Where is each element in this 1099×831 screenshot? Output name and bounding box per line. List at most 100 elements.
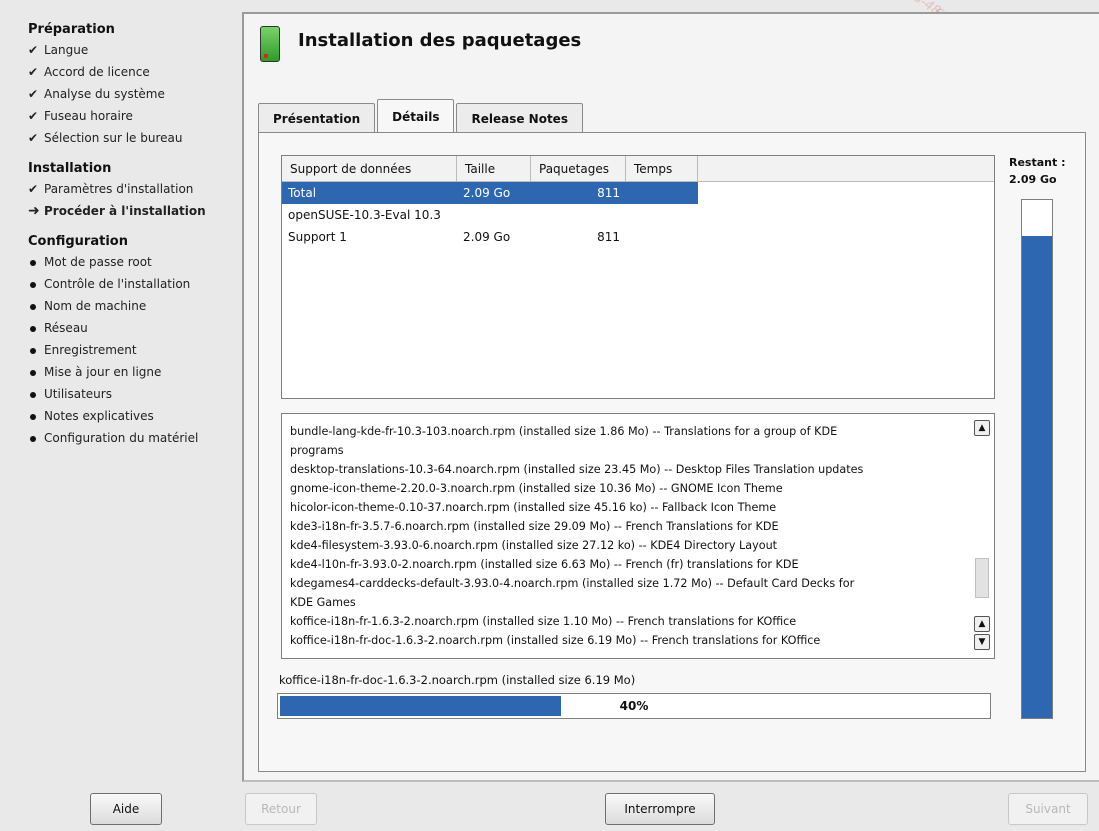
bullet-icon xyxy=(28,322,44,335)
sidebar-section-title: Préparation xyxy=(28,22,115,37)
check-icon: ✔ xyxy=(28,131,39,145)
sidebar-step-label: Nom de machine xyxy=(44,299,147,313)
tab-label: Détails xyxy=(392,109,440,124)
sidebar-step: Réseau xyxy=(28,317,240,339)
progress-text: 40% xyxy=(619,699,649,713)
title-row: Installation des paquetages xyxy=(260,26,581,62)
table-row[interactable]: Total 2.09 Go 811 xyxy=(282,182,698,204)
table-cell: 811 xyxy=(597,186,620,200)
log-scrollbar[interactable]: ▲ ▲ ▼ xyxy=(974,418,990,654)
column-header[interactable]: Paquetages xyxy=(531,156,626,181)
install-log[interactable]: bundle-lang-kde-fr-10.3-103.noarch.rpm (… xyxy=(281,413,995,659)
bullet-icon xyxy=(28,410,44,423)
button-label: Aide xyxy=(112,802,140,816)
check-icon: ✔ xyxy=(28,182,39,196)
table-cell: Total xyxy=(288,186,317,200)
log-line: kde4-l10n-fr-3.93.0-2.noarch.rpm (instal… xyxy=(290,558,799,571)
sidebar-step-label: Réseau xyxy=(44,321,88,335)
media-table[interactable]: Support de données Taille Paquetages Tem… xyxy=(281,155,995,399)
sidebar-section: Préparation ✔ Langue ✔ Accord de licence ✔ Ana… xyxy=(28,22,240,149)
install-progress-bar: 40% xyxy=(277,693,991,719)
log-line: koffice-i18n-fr-1.6.3-2.noarch.rpm (inst… xyxy=(290,615,797,628)
button-label: Suivant xyxy=(1025,802,1071,816)
sidebar-step-label: Analyse du système xyxy=(44,87,165,101)
sidebar-step-label: Accord de licence xyxy=(44,65,150,79)
tab-release-notes[interactable]: Release Notes xyxy=(456,103,583,133)
column-header[interactable]: Temps xyxy=(626,156,698,181)
sidebar-step: Mise à jour en ligne xyxy=(28,361,240,383)
bullet-icon xyxy=(28,300,44,313)
tab-label: Release Notes xyxy=(471,111,568,126)
table-cell: Support 1 xyxy=(288,230,347,244)
bullet-icon xyxy=(28,344,44,357)
sidebar-step: ✔ Fuseau horaire xyxy=(28,105,240,127)
tab-label: Présentation xyxy=(273,111,361,126)
sidebar-step-label: Notes explicatives xyxy=(44,409,154,423)
check-icon: ✔ xyxy=(28,87,39,101)
table-row[interactable]: Support 1 2.09 Go 811 xyxy=(282,226,994,248)
button-label: Retour xyxy=(261,802,301,816)
tab-presentation[interactable]: Présentation xyxy=(258,103,376,133)
scroll-thumb[interactable] xyxy=(975,558,989,598)
sidebar-step: Enregistrement xyxy=(28,339,240,361)
sidebar-step: Configuration du matériel xyxy=(28,427,240,449)
sidebar-step-label: Langue xyxy=(44,43,89,57)
table-cell: openSUSE-10.3-Eval 10.3 xyxy=(288,208,441,222)
back-button[interactable]: Retour xyxy=(245,793,317,825)
steps-sidebar: Préparation ✔ Langue ✔ Accord de licence ✔ Ana… xyxy=(0,0,240,790)
remaining-gauge-fill xyxy=(1022,236,1052,718)
sidebar-step: Notes explicatives xyxy=(28,405,240,427)
log-line: gnome-icon-theme-2.20.0-3.noarch.rpm (in… xyxy=(290,482,783,495)
scroll-up-icon[interactable]: ▲ xyxy=(974,616,990,632)
log-line: desktop-translations-10.3-64.noarch.rpm … xyxy=(290,463,864,476)
sidebar-step: ➜ Procéder à l'installation xyxy=(28,200,240,222)
log-line: kde4-filesystem-3.93.0-6.noarch.rpm (ins… xyxy=(290,539,778,552)
sidebar-step-label: Mot de passe root xyxy=(44,255,152,269)
sidebar-step: ✔ Sélection sur le bureau xyxy=(28,127,240,149)
log-line: kdegames4-carddecks-default-3.93.0-4.noa… xyxy=(290,577,855,590)
current-package-label: koffice-i18n-fr-doc-1.6.3-2.noarch.rpm (… xyxy=(279,673,636,687)
sidebar-step: Contrôle de l'installation xyxy=(28,273,240,295)
check-icon: ✔ xyxy=(28,43,39,57)
scroll-up-icon[interactable]: ▲ xyxy=(974,420,990,436)
scroll-down-icon[interactable]: ▼ xyxy=(974,634,990,650)
bullet-icon xyxy=(28,388,44,401)
remaining-gauge xyxy=(1021,199,1053,719)
sidebar-step: Mot de passe root xyxy=(28,251,240,273)
column-header[interactable]: Taille xyxy=(457,156,531,181)
sidebar-section: Configuration Mot de passe root Contrôle d… xyxy=(28,234,240,449)
next-button[interactable]: Suivant xyxy=(1008,793,1088,825)
log-line: koffice-i18n-fr-doc-1.6.3-2.noarch.rpm (… xyxy=(290,634,821,647)
table-cell: 2.09 Go xyxy=(463,230,511,244)
page-title: Installation des paquetages xyxy=(298,29,582,51)
help-button[interactable]: Aide xyxy=(90,793,162,825)
column-header[interactable]: Support de données xyxy=(282,156,457,181)
sidebar-step: ✔ Langue xyxy=(28,39,240,61)
sidebar-step: ✔ Paramètres d'installation xyxy=(28,178,240,200)
tab-details[interactable]: Détails xyxy=(377,99,455,133)
bullet-icon xyxy=(28,366,44,379)
bullet-icon xyxy=(28,278,44,291)
main-panel: Installation des paquetages Présentation… xyxy=(242,12,1099,782)
check-icon: ✔ xyxy=(28,65,39,79)
table-row[interactable]: openSUSE-10.3-Eval 10.3 xyxy=(282,204,994,226)
sidebar-step-label: Fuseau horaire xyxy=(44,109,133,123)
sidebar-section-title: Installation xyxy=(28,161,112,176)
log-line: hicolor-icon-theme-0.10-37.noarch.rpm (i… xyxy=(290,501,777,514)
abort-button[interactable]: Interrompre xyxy=(605,793,715,825)
sidebar-step-label: Mise à jour en ligne xyxy=(44,365,162,379)
arrow-right-icon: ➜ xyxy=(28,203,40,219)
tab-bar: Présentation Détails Release Notes xyxy=(258,99,585,133)
table-cell: 811 xyxy=(597,230,620,244)
bullet-icon xyxy=(28,432,44,445)
sidebar-step: ✔ Accord de licence xyxy=(28,61,240,83)
table-cell: 2.09 Go xyxy=(463,186,511,200)
remaining-value: 2.09 Go xyxy=(1009,173,1057,186)
table-body: Total 2.09 Go 811 openSUSE-10.3-Eval 10.3 Su… xyxy=(282,182,994,248)
sidebar-step-label: Procéder à l'installation xyxy=(44,204,206,218)
sidebar-step-label: Contrôle de l'installation xyxy=(44,277,191,291)
sidebar-step-label: Sélection sur le bureau xyxy=(44,131,183,145)
log-line: bundle-lang-kde-fr-10.3-103.noarch.rpm (… xyxy=(290,425,838,438)
sidebar-section-title: Configuration xyxy=(28,234,128,249)
bullet-icon xyxy=(28,256,44,269)
